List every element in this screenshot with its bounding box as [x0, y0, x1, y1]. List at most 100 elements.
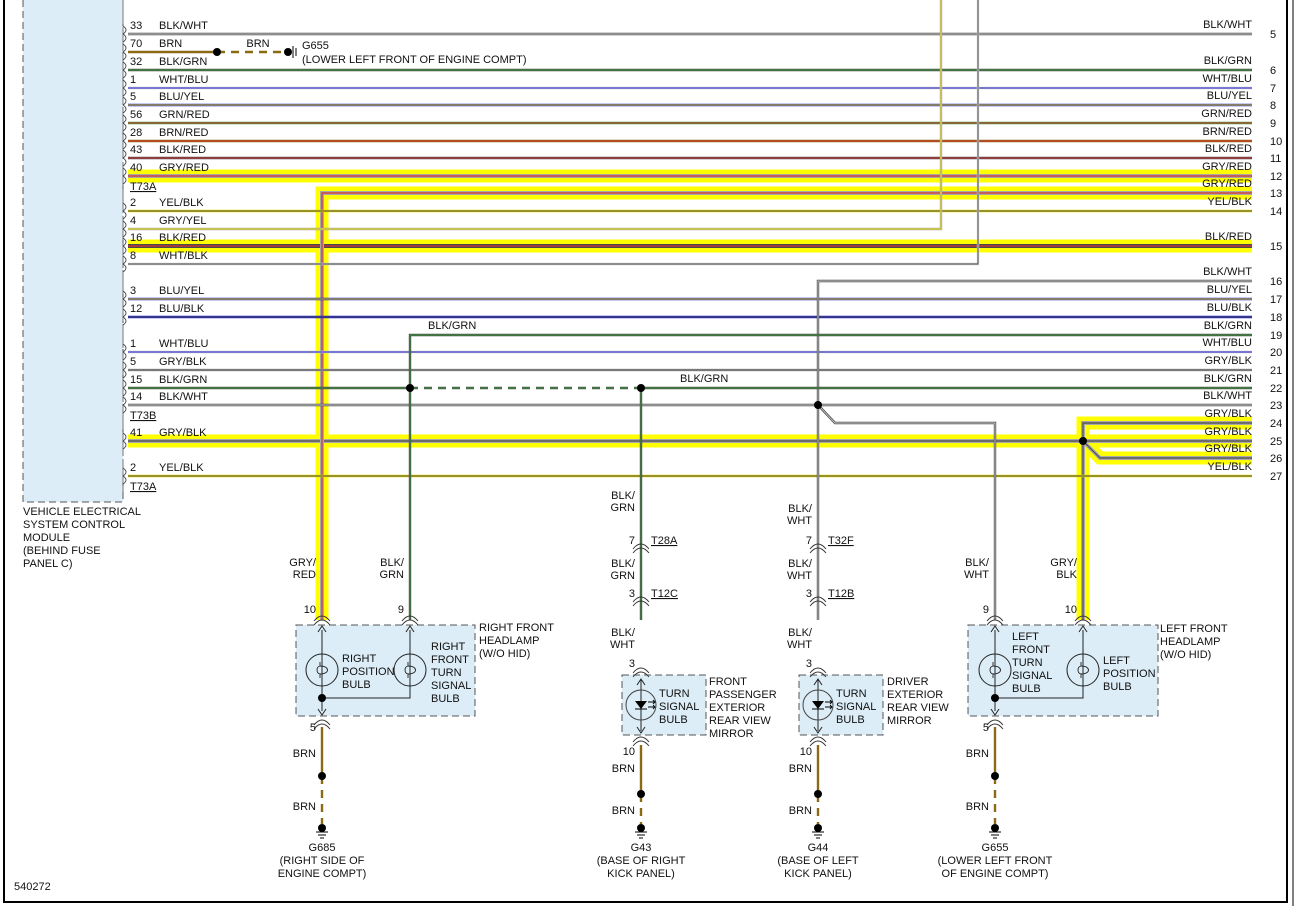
component-name: RIGHT FRONT — [479, 622, 554, 634]
pin-number: 7 — [806, 535, 812, 547]
module-pin-wire-color: YEL/BLK — [159, 462, 204, 474]
module-pin-number: 2 — [130, 462, 136, 474]
module-pin-number: 1 — [130, 74, 136, 86]
pin-number: 9 — [983, 604, 989, 616]
right-pin-number: 17 — [1270, 294, 1282, 306]
right-wire-color: BLK/RED — [1205, 143, 1252, 155]
bulb-label: FRONT — [1012, 644, 1050, 656]
bulb-label: LEFT — [1012, 631, 1039, 643]
module-pin-number: 3 — [130, 285, 136, 297]
wire-color-label: RED — [293, 569, 316, 581]
wiring-diagram: 33 BLK/WHT70 BRN32 BLK/GRN1 WHT/BLU5 BLU/YEL5… — [3, 0, 1294, 906]
wire-blk-wht — [816, 279, 1252, 620]
right-pin-number: 25 — [1270, 436, 1282, 448]
right-wire-color: GRY/RED — [1202, 161, 1252, 173]
module-pin-wire-color: GRY/BLK — [159, 427, 207, 439]
module-pin-number: 40 — [130, 162, 142, 174]
ground-id: G655 — [982, 842, 1009, 854]
wire-color-label: BLK/ — [788, 558, 813, 570]
module-pin-number: 33 — [130, 20, 142, 32]
wire-color-label: BLK/ — [788, 503, 813, 515]
module-name: VEHICLE ELECTRICAL — [23, 506, 141, 518]
right-pin-number: 24 — [1270, 418, 1282, 430]
module-pin-wire-color: BRN — [159, 38, 182, 50]
component-name: HEADLAMP — [1160, 636, 1221, 648]
module-pin-wire-color: BLK/GRN — [159, 374, 207, 386]
module-pin-number: 4 — [130, 215, 136, 227]
component-name: PASSENGER — [709, 689, 777, 701]
splice-dot — [318, 772, 326, 780]
right-pin-number: 13 — [1270, 188, 1282, 200]
ground-location: KICK PANEL) — [784, 868, 852, 880]
bulb-label: BULB — [659, 714, 688, 726]
bulb-label: TURN — [659, 688, 690, 700]
module-pin-wire-color: GRN/RED — [159, 109, 210, 121]
connector-id: T73A — [130, 481, 157, 493]
bulb-label: RIGHT — [342, 653, 377, 665]
wire-color-label: BLK/ — [965, 557, 990, 569]
right-pin-number: 12 — [1270, 171, 1282, 183]
ground-location: (BASE OF LEFT — [777, 855, 859, 867]
connector-id: T12B — [828, 588, 854, 600]
pin-number: 3 — [806, 588, 812, 600]
ground-location: ENGINE COMPT) — [278, 868, 367, 880]
component-name: HEADLAMP — [479, 635, 540, 647]
module-pin-wire-color: BLU/YEL — [159, 91, 204, 103]
right-wire-color: GRY/BLK — [1205, 408, 1253, 420]
right-wire-color: BLK/WHT — [1203, 19, 1252, 31]
wire-color-label: BLK/GRN — [428, 320, 476, 332]
connector-id: T28A — [651, 535, 678, 547]
right-wire-color: GRY/BLK — [1205, 443, 1253, 455]
bulb-label: TURN — [431, 667, 462, 679]
right-pin-number: 11 — [1270, 153, 1281, 165]
right-wire-color: BLU/YEL — [1207, 90, 1252, 102]
wire-gry-red — [320, 191, 1252, 620]
bulb-label: SIGNAL — [836, 701, 876, 713]
wire-color-label: BLK/ — [611, 490, 636, 502]
wire-color-label: BRN — [293, 748, 316, 760]
right-wire-color: BLK/WHT — [1203, 390, 1252, 402]
pin-number: 9 — [398, 604, 404, 616]
control-module-box — [22, 0, 124, 503]
component-name: (W/O HID) — [1160, 649, 1211, 661]
right-wire-color: WHT/BLU — [1203, 337, 1253, 349]
wire-color-label: BLK/ — [788, 627, 813, 639]
connector-id: T12C — [651, 588, 678, 600]
wire-color-label: WHT — [610, 639, 635, 651]
right-wire-color: BLK/RED — [1205, 231, 1252, 243]
right-wire-color: GRY/BLK — [1205, 426, 1253, 438]
module-pin-wire-color: WHT/BLK — [159, 250, 209, 262]
splice-dot — [406, 384, 414, 392]
pin-number: 5 — [983, 722, 989, 734]
ground-location: (BASE OF RIGHT — [597, 855, 686, 867]
bulb-label: SIGNAL — [431, 680, 471, 692]
splice-dot — [991, 694, 999, 702]
ground-id: G44 — [808, 842, 829, 854]
module-pin-number: 2 — [130, 197, 136, 209]
pin-number: 3 — [629, 588, 635, 600]
bulb-label: BULB — [836, 714, 865, 726]
connector-id: T73A — [130, 181, 157, 193]
right-wire-color: BRN/RED — [1202, 126, 1252, 138]
bulb-label: POSITION — [1103, 668, 1156, 680]
component-name: EXTERIOR — [709, 702, 765, 714]
wire-color-label: BRN — [293, 801, 316, 813]
component-name: LEFT FRONT — [1160, 623, 1228, 635]
right-wire-color: BLK/WHT — [1203, 266, 1252, 278]
module-pin-number: 14 — [130, 391, 142, 403]
component-name: (W/O HID) — [479, 648, 530, 660]
pin-number: 10 — [623, 746, 635, 758]
wire-tracer — [409, 334, 1252, 620]
wire-color-label: BRN — [612, 763, 635, 775]
module-pin-number: 15 — [130, 374, 142, 386]
right-wire-color: GRY/RED — [1202, 178, 1252, 190]
module-name: SYSTEM CONTROL — [23, 519, 125, 531]
pin-number: 10 — [304, 604, 316, 616]
bulb-label: FRONT — [431, 654, 469, 666]
right-pin-number: 23 — [1270, 400, 1282, 412]
splice-dot — [637, 790, 645, 798]
splice-dot — [991, 772, 999, 780]
splice-dot — [814, 401, 822, 409]
bulb-label: LEFT — [1103, 655, 1130, 667]
wire-color-label: WHT — [787, 639, 812, 651]
